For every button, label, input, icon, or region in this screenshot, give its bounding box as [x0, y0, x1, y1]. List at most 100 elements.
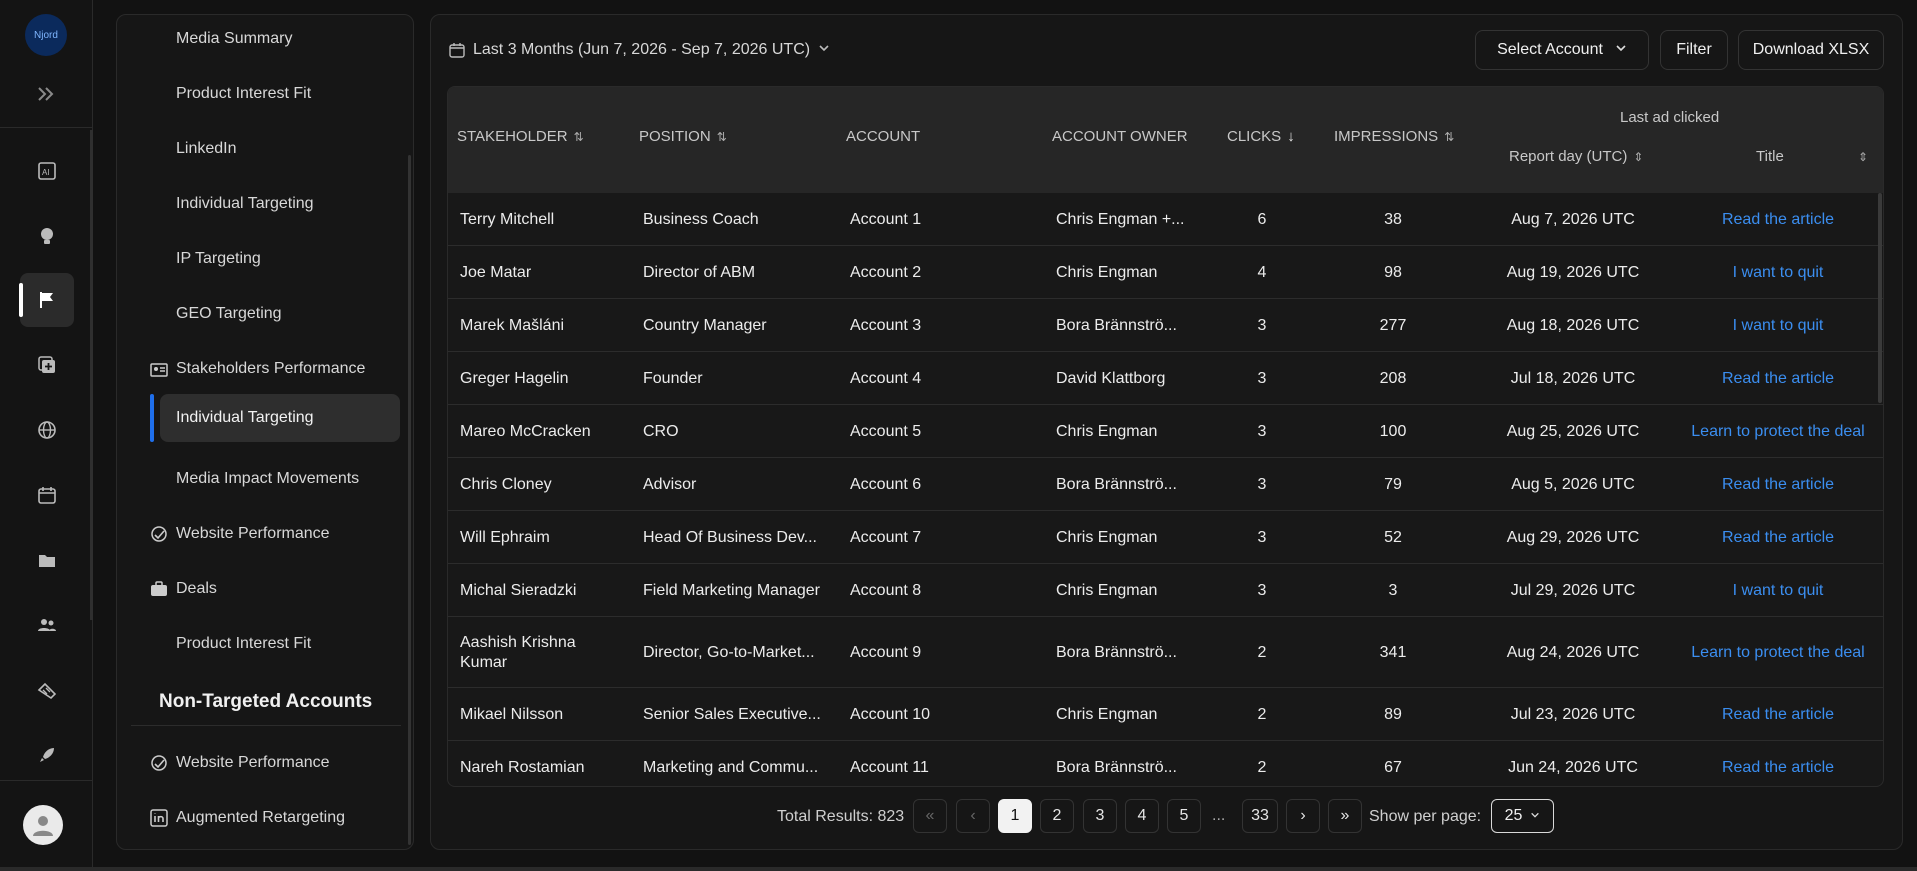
- nav-item-stakeholders-performance[interactable]: Stakeholders Performance: [117, 345, 413, 393]
- table-row[interactable]: Aashish Krishna Kumar Director, Go-to-Mar…: [448, 617, 1883, 688]
- cell-clicks: 3: [1257, 581, 1267, 599]
- cell-clicks: 2: [1257, 705, 1267, 723]
- nav-item-media-summary[interactable]: Media Summary: [117, 15, 413, 63]
- select-account-dropdown[interactable]: Select Account: [1475, 30, 1649, 70]
- nav-item-product-interest-fit[interactable]: Product Interest Fit: [117, 70, 413, 118]
- cell-account: Account 1: [850, 210, 922, 228]
- nav-item-geo-targeting[interactable]: GEO Targeting: [117, 290, 413, 338]
- user-avatar[interactable]: [23, 805, 63, 845]
- main-panel: Last 3 Months (Jun 7, 2026 - Sep 7, 2026…: [430, 14, 1903, 850]
- flag-icon[interactable]: [19, 273, 74, 327]
- expand-sidebar-icon[interactable]: [34, 82, 58, 106]
- website-performance-icon: [149, 524, 169, 544]
- page-button-2[interactable]: 2: [1040, 799, 1074, 833]
- filter-button[interactable]: Filter: [1660, 30, 1728, 70]
- cell-impressions: 208: [1379, 369, 1407, 387]
- nav-scrollbar[interactable]: [408, 155, 411, 845]
- cell-title-link[interactable]: Read the article: [1678, 352, 1878, 405]
- select-account-label: Select Account: [1497, 41, 1603, 58]
- nav-item-linkedin[interactable]: LinkedIn: [117, 125, 413, 173]
- rail-scrollbar[interactable]: [90, 130, 93, 620]
- table-row[interactable]: Greger Hagelin Founder Account 4 David Klat…: [448, 352, 1883, 405]
- table-row[interactable]: Chris Cloney Advisor Account 6 Bora Brännst…: [448, 458, 1883, 511]
- column-header-stakeholder[interactable]: STAKEHOLDER ⇅: [457, 128, 584, 145]
- handshake-icon[interactable]: [20, 663, 74, 717]
- column-header-impressions[interactable]: IMPRESSIONS ⇅: [1334, 128, 1454, 145]
- page-button-last[interactable]: 33: [1242, 799, 1278, 833]
- nav-item-media-impact-movements[interactable]: Media Impact Movements: [117, 455, 413, 503]
- cell-position: Country Manager: [643, 316, 767, 334]
- cell-account-owner: David Klattborg: [1056, 369, 1166, 387]
- column-header-position[interactable]: POSITION ⇅: [639, 128, 727, 145]
- cell-stakeholder: Aashish Krishna Kumar: [460, 633, 576, 671]
- users-icon[interactable]: [20, 598, 74, 652]
- date-range-picker[interactable]: Last 3 Months (Jun 7, 2026 - Sep 7, 2026…: [449, 35, 830, 65]
- column-header-clicks[interactable]: CLICKS ↓: [1227, 128, 1295, 145]
- nav-item-deals[interactable]: Deals: [117, 565, 413, 613]
- globe-icon[interactable]: [20, 403, 74, 457]
- table-row[interactable]: Marek Mašláni Country Manager Account 3 Bor…: [448, 299, 1883, 352]
- table-row[interactable]: Mikael Nilsson Senior Sales Executive... A…: [448, 688, 1883, 741]
- nav-item-individual-targeting-active[interactable]: Individual Targeting: [150, 394, 400, 442]
- column-header-account: ACCOUNT: [846, 128, 920, 145]
- calendar-icon[interactable]: [20, 468, 74, 522]
- page-button-5[interactable]: 5: [1167, 799, 1201, 833]
- ai-report-icon[interactable]: AI: [20, 144, 74, 198]
- cell-impressions: 3: [1388, 581, 1398, 599]
- cell-title-link[interactable]: I want to quit: [1678, 246, 1878, 299]
- rocket-icon[interactable]: [20, 728, 74, 782]
- table-row[interactable]: Michal Sieradzki Field Marketing Manager A…: [448, 564, 1883, 617]
- table-row[interactable]: Joe Matar Director of ABM Account 2 Chris E…: [448, 246, 1883, 299]
- nav-item-individual-targeting[interactable]: Individual Targeting: [117, 180, 413, 228]
- rail-divider: [0, 127, 93, 128]
- copy-plus-icon[interactable]: [20, 338, 74, 392]
- briefcase-icon: [149, 579, 169, 599]
- cell-stakeholder: Michal Sieradzki: [460, 581, 577, 599]
- cell-title-link[interactable]: Read the article: [1678, 511, 1878, 564]
- cell-title-link[interactable]: Read the article: [1678, 741, 1878, 786]
- last-page-button[interactable]: »: [1328, 799, 1362, 833]
- cell-account: Account 10: [850, 705, 931, 723]
- nav-item-augmented-retargeting[interactable]: Augmented Retargeting: [117, 794, 413, 842]
- cell-account: Account 2: [850, 263, 922, 281]
- sort-icon: ⇅: [1444, 129, 1455, 144]
- cell-impressions: 98: [1384, 263, 1402, 281]
- nav-item-product-interest-fit-2[interactable]: Product Interest Fit: [117, 620, 413, 668]
- per-page-select[interactable]: 25: [1491, 799, 1554, 833]
- next-page-button[interactable]: ›: [1286, 799, 1320, 833]
- folder-icon[interactable]: [20, 533, 74, 587]
- nav-item-label: Media Impact Movements: [176, 470, 360, 487]
- download-xlsx-button[interactable]: Download XLSX: [1738, 30, 1884, 70]
- njord-logo[interactable]: Njord: [25, 14, 67, 56]
- table-row[interactable]: Mareo McCracken CRO Account 5 Chris Engman 3…: [448, 405, 1883, 458]
- first-page-button[interactable]: «: [913, 799, 947, 833]
- cell-impressions: 341: [1379, 643, 1407, 661]
- table-row[interactable]: Will Ephraim Head Of Business Dev... Accou…: [448, 511, 1883, 564]
- table-row[interactable]: Nareh Rostamian Marketing and Commu... Acc…: [448, 741, 1883, 786]
- table-scrollbar[interactable]: [1878, 193, 1882, 403]
- page-button-4[interactable]: 4: [1125, 799, 1159, 833]
- previous-page-button[interactable]: ‹: [956, 799, 990, 833]
- cell-title-link[interactable]: Learn to protect the deal: [1678, 405, 1878, 458]
- cell-title-link[interactable]: Read the article: [1678, 193, 1878, 246]
- table-row[interactable]: Terry Mitchell Business Coach Account 1 Chr…: [448, 193, 1883, 246]
- cell-position: Director of ABM: [643, 263, 756, 281]
- cell-clicks: 3: [1257, 475, 1267, 493]
- cell-title-link[interactable]: Read the article: [1678, 688, 1878, 741]
- column-header-report-day[interactable]: Report day (UTC) ⇕: [1509, 148, 1643, 165]
- column-header-title[interactable]: Title ⇕: [1718, 148, 1868, 165]
- cell-title-link[interactable]: Learn to protect the deal: [1678, 617, 1878, 688]
- nav-item-website-performance[interactable]: Website Performance: [117, 510, 413, 558]
- page-button-3[interactable]: 3: [1083, 799, 1117, 833]
- bulb-icon[interactable]: [20, 209, 74, 263]
- nav-item-ip-targeting[interactable]: IP Targeting: [117, 235, 413, 283]
- cell-title-link[interactable]: Read the article: [1678, 458, 1878, 511]
- cell-report-day: Aug 29, 2026 UTC: [1506, 528, 1640, 546]
- cell-position: Senior Sales Executive...: [643, 705, 821, 723]
- column-header-label: ACCOUNT OWNER: [1052, 128, 1188, 145]
- cell-title-link[interactable]: I want to quit: [1678, 564, 1878, 617]
- nav-item-nt-website-performance[interactable]: Website Performance: [117, 739, 413, 787]
- cell-title-link[interactable]: I want to quit: [1678, 299, 1878, 352]
- cell-report-day: Jul 18, 2026 UTC: [1510, 369, 1636, 387]
- page-button-1[interactable]: 1: [998, 799, 1032, 833]
